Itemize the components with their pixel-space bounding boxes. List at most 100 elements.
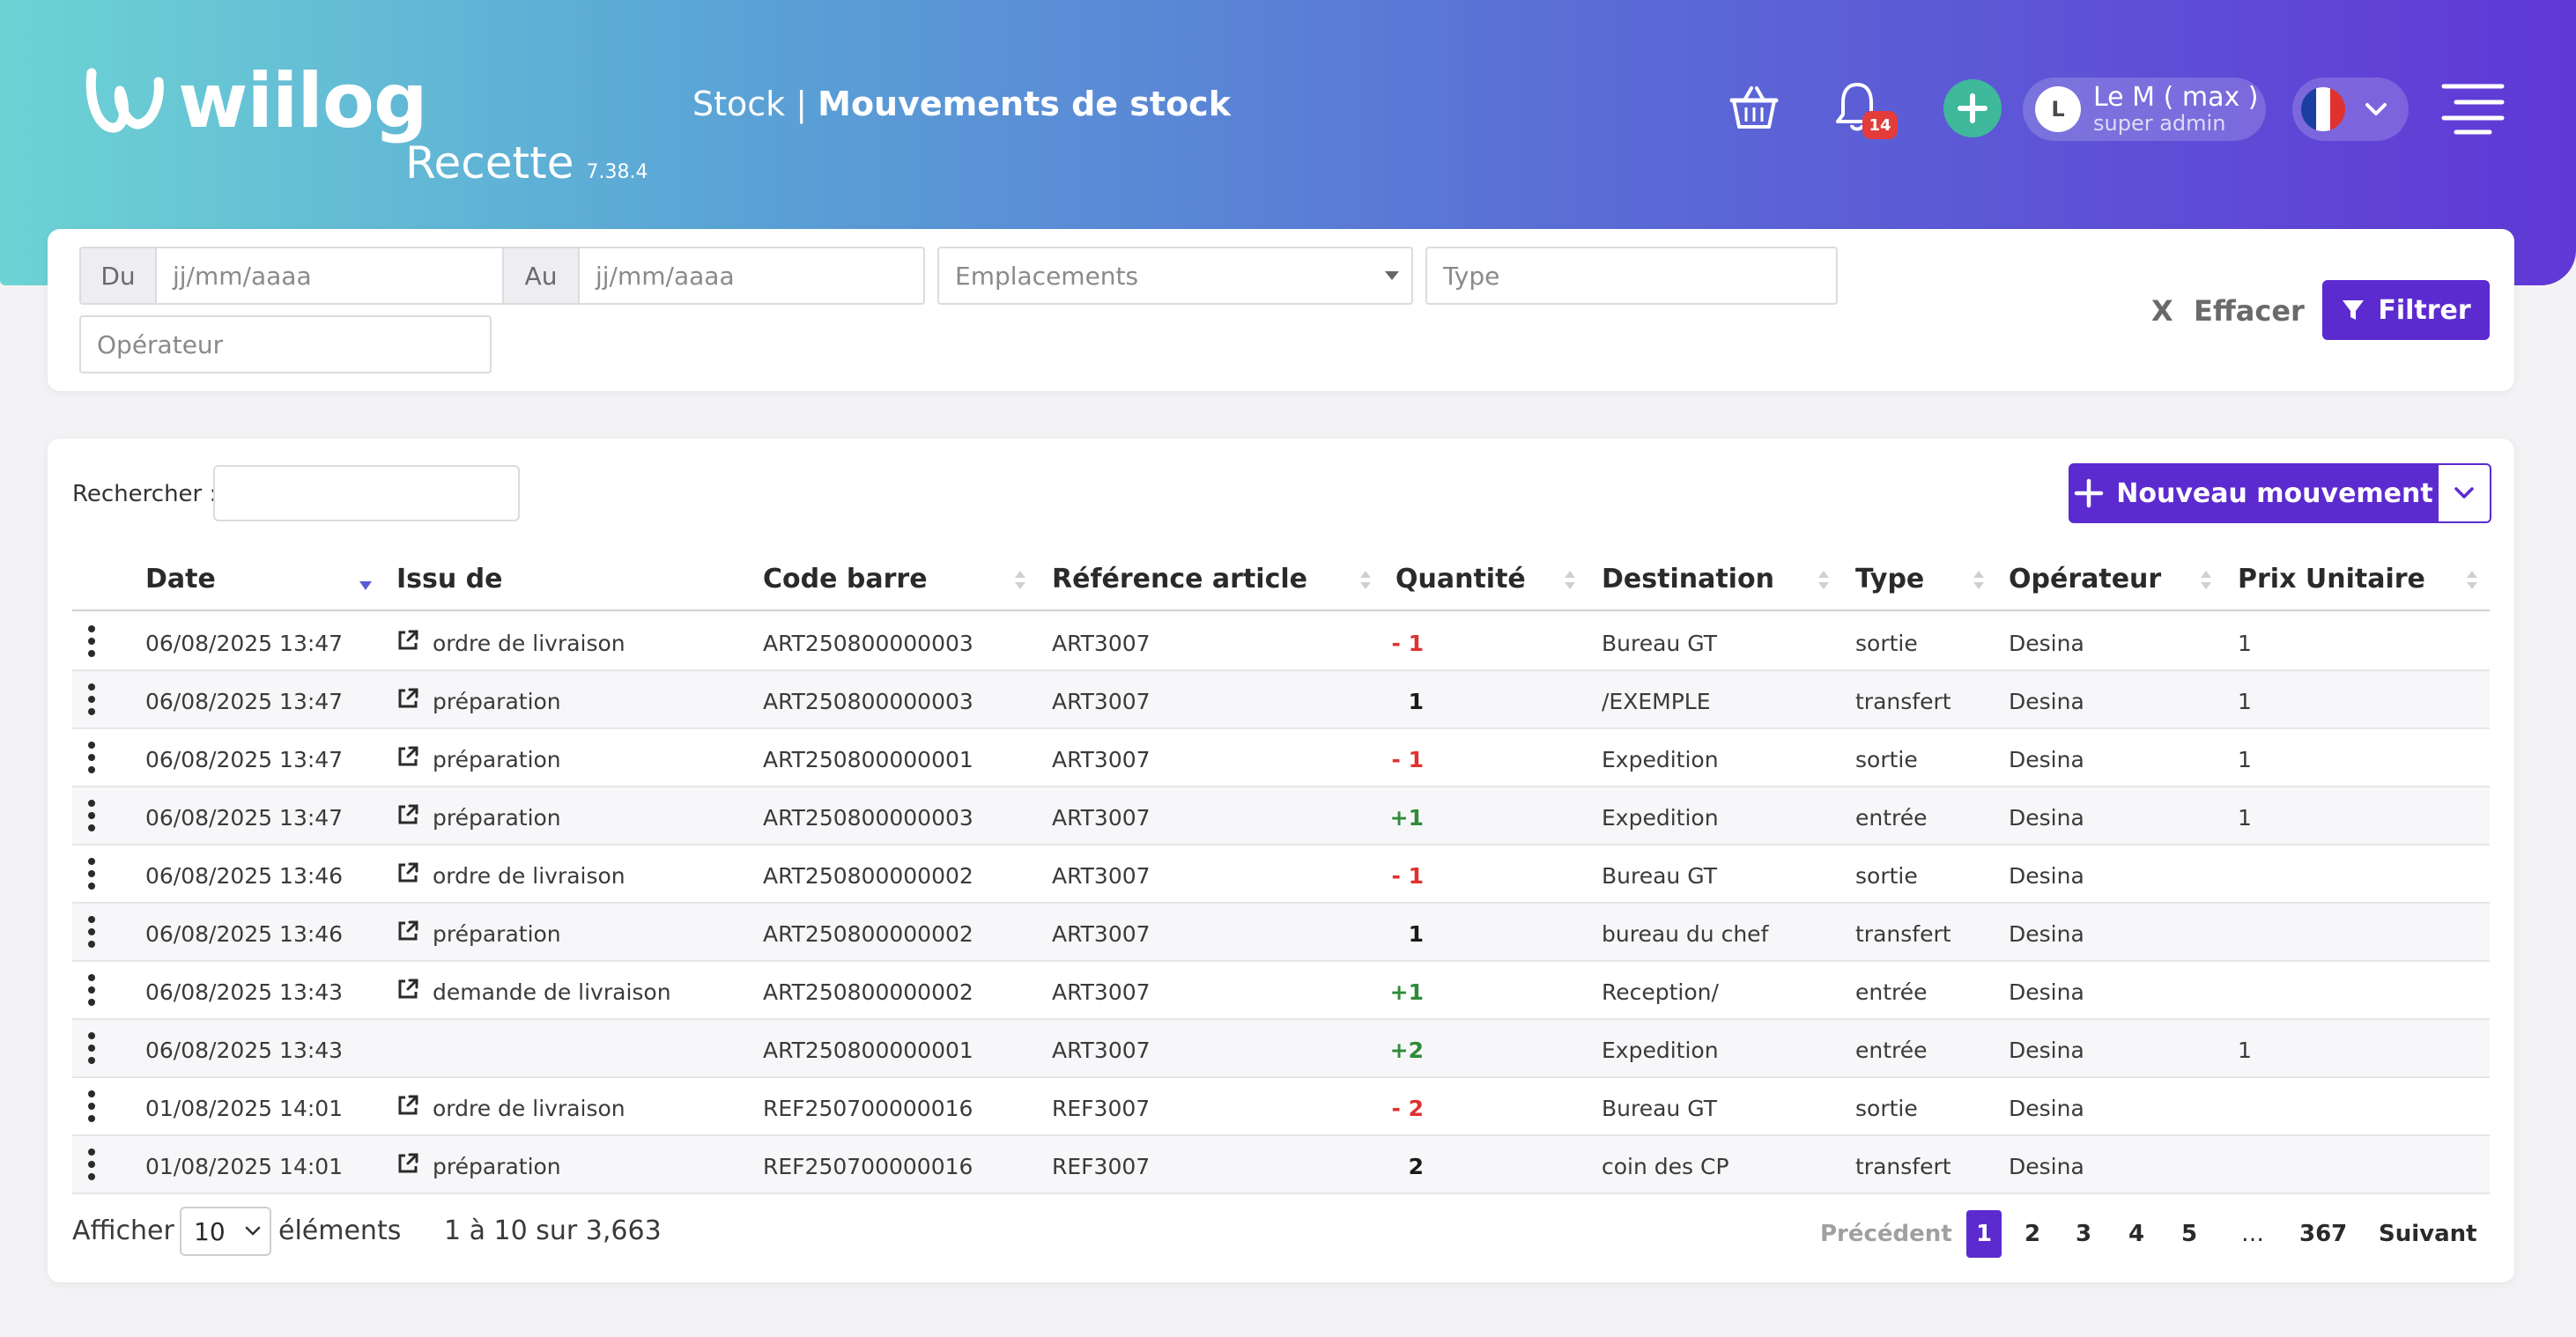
sort-icon[interactable] (1818, 571, 1829, 590)
pagination-page-5[interactable]: 5 (2181, 1221, 2197, 1247)
column-header-unit-price[interactable]: Prix Unitaire (2238, 564, 2425, 595)
pagination-page-4[interactable]: 4 (2128, 1221, 2144, 1247)
table-row[interactable]: 06/08/2025 13:47 préparation ART2508000000… (72, 787, 2490, 846)
column-header-type[interactable]: Type (1855, 564, 1924, 595)
wiilog-logo-icon (85, 68, 164, 133)
date-to-input[interactable]: jj/mm/aaaa (578, 247, 925, 305)
logo[interactable]: wiilog (85, 57, 428, 145)
table-row[interactable]: 06/08/2025 13:46 ordre de livraison ART250… (72, 846, 2490, 904)
cell-origin[interactable]: demande de livraison (433, 979, 671, 1005)
clear-filters-icon[interactable]: X (2151, 294, 2173, 328)
row-actions-icon[interactable] (88, 683, 95, 717)
user-role: super admin (2093, 111, 2226, 136)
type-input[interactable]: Type (1425, 247, 1838, 305)
cell-type: entrée (1855, 1038, 1928, 1063)
cell-origin[interactable]: ordre de livraison (433, 863, 625, 889)
table-row[interactable]: 06/08/2025 13:43 ART250800000001 ART3007 +2… (72, 1020, 2490, 1078)
cell-origin[interactable]: ordre de livraison (433, 631, 625, 656)
chevron-down-icon (245, 1226, 261, 1236)
pagination-page-3[interactable]: 3 (2076, 1221, 2091, 1247)
notification-badge: 14 (1862, 111, 1898, 139)
row-actions-icon[interactable] (88, 1090, 95, 1124)
clear-filters-button[interactable]: Effacer (2194, 294, 2305, 328)
sort-icon[interactable] (2201, 571, 2211, 590)
cell-operator: Desina (2009, 979, 2084, 1005)
breadcrumb-current: Mouvements de stock (818, 85, 1231, 123)
new-movement-button[interactable]: Nouveau mouvement (2069, 463, 2491, 523)
brand-name: wiilog (178, 57, 428, 145)
page-size-value: 10 (194, 1216, 226, 1246)
table-row[interactable]: 01/08/2025 14:01 préparation REF2507000000… (72, 1136, 2490, 1194)
pagination-page-1[interactable]: 1 (1966, 1210, 2002, 1258)
cell-origin[interactable]: préparation (433, 805, 561, 831)
locations-select[interactable]: Emplacements (937, 247, 1413, 305)
column-header-quantity[interactable]: Quantité (1395, 564, 1526, 595)
search-input[interactable] (213, 465, 520, 521)
funnel-icon (2343, 300, 2365, 320)
sort-icon[interactable] (1015, 571, 1025, 590)
cell-barcode: REF250700000016 (763, 1154, 973, 1179)
page-size-select[interactable]: 10 (180, 1207, 271, 1256)
new-movement-dropdown[interactable] (2439, 465, 2490, 521)
chevron-down-icon (2365, 103, 2387, 115)
row-actions-icon[interactable] (88, 742, 95, 775)
filter-button[interactable]: Filtrer (2322, 280, 2490, 340)
sort-icon[interactable] (1565, 571, 1575, 590)
user-menu[interactable]: L Le M ( max ) super admin (2023, 78, 2266, 141)
pagination-previous[interactable]: Précédent (1820, 1221, 1952, 1247)
table-row[interactable]: 06/08/2025 13:43 demande de livraison ART2… (72, 962, 2490, 1020)
table-row[interactable]: 06/08/2025 13:47 préparation ART2508000000… (72, 671, 2490, 729)
cell-origin[interactable]: préparation (433, 689, 561, 714)
cell-origin[interactable]: préparation (433, 1154, 561, 1179)
column-header-destination[interactable]: Destination (1602, 564, 1774, 595)
cell-origin[interactable]: préparation (433, 921, 561, 947)
pagination-page-last[interactable]: 367 (2299, 1221, 2347, 1247)
column-header-reference[interactable]: Référence article (1052, 564, 1307, 595)
row-actions-icon[interactable] (88, 1149, 95, 1182)
external-link-icon (398, 862, 418, 883)
table-row[interactable]: 06/08/2025 13:47 préparation ART2508000000… (72, 729, 2490, 787)
column-header-barcode[interactable]: Code barre (763, 564, 928, 595)
cell-destination: Bureau GT (1602, 631, 1717, 656)
row-actions-icon[interactable] (88, 1032, 95, 1066)
date-from-input[interactable]: jj/mm/aaaa (155, 247, 504, 305)
cell-origin[interactable]: préparation (433, 747, 561, 772)
cell-type: transfert (1855, 1154, 1951, 1179)
column-header-origin[interactable]: Issu de (396, 564, 503, 595)
cell-type: entrée (1855, 805, 1928, 831)
external-link-icon (398, 688, 418, 708)
sort-icon[interactable] (2467, 571, 2477, 590)
date-to-placeholder: jj/mm/aaaa (596, 261, 735, 291)
cell-destination: Expedition (1602, 747, 1719, 772)
cell-origin[interactable]: ordre de livraison (433, 1096, 625, 1121)
row-actions-icon[interactable] (88, 858, 95, 891)
operator-input[interactable]: Opérateur (79, 315, 492, 373)
row-actions-icon[interactable] (88, 800, 95, 833)
cell-unit-price: 1 (2238, 689, 2252, 714)
column-header-date[interactable]: Date (145, 564, 216, 595)
sort-icon[interactable] (1360, 571, 1371, 590)
row-actions-icon[interactable] (88, 974, 95, 1008)
sort-icon[interactable] (1973, 571, 1984, 590)
quick-add-button[interactable] (1943, 79, 2002, 137)
plus-icon (2075, 478, 2104, 508)
row-actions-icon[interactable] (88, 916, 95, 949)
pagination-next[interactable]: Suivant (2379, 1221, 2477, 1247)
sort-desc-icon[interactable] (359, 581, 372, 590)
cell-operator: Desina (2009, 805, 2084, 831)
cell-operator: Desina (2009, 1154, 2084, 1179)
table-row[interactable]: 06/08/2025 13:46 préparation ART2508000000… (72, 904, 2490, 962)
table-row[interactable]: 06/08/2025 13:47 ordre de livraison ART250… (72, 613, 2490, 671)
column-header-operator[interactable]: Opérateur (2009, 564, 2161, 595)
menu-icon[interactable] (2440, 81, 2506, 136)
table-row[interactable]: 01/08/2025 14:01 ordre de livraison REF250… (72, 1078, 2490, 1136)
cell-barcode: ART250800000002 (763, 863, 973, 889)
flag-fr-icon (2301, 87, 2345, 131)
cell-date: 01/08/2025 14:01 (145, 1096, 344, 1121)
language-selector[interactable] (2292, 78, 2409, 141)
new-movement-main[interactable]: Nouveau mouvement (2069, 463, 2439, 523)
row-actions-icon[interactable] (88, 625, 95, 659)
pagination-page-2[interactable]: 2 (2025, 1221, 2040, 1247)
basket-icon[interactable] (1728, 81, 1780, 132)
page-title: Stock | Mouvements de stock (692, 85, 1231, 123)
